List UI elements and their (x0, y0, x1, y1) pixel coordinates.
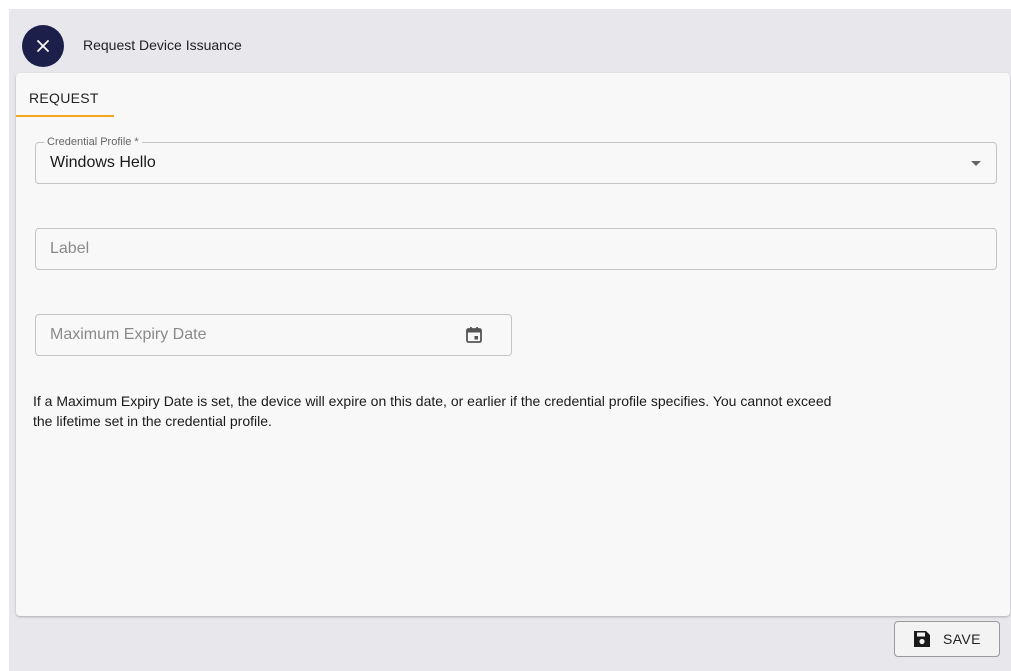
calendar-icon[interactable] (465, 326, 483, 349)
label-input[interactable]: Label (35, 228, 997, 270)
dialog-frame: Request Device Issuance REQUEST Credenti… (9, 9, 1011, 671)
tab-label: REQUEST (29, 90, 99, 106)
form-card: REQUEST Credential Profile * Windows Hel… (16, 73, 1010, 616)
dialog-title: Request Device Issuance (83, 37, 242, 53)
label-placeholder: Label (50, 240, 90, 257)
credential-profile-select[interactable]: Credential Profile * Windows Hello (35, 136, 997, 184)
expiry-help-text: If a Maximum Expiry Date is set, the dev… (33, 393, 832, 429)
expiry-date-input[interactable]: Maximum Expiry Date (35, 314, 512, 356)
save-button-label: SAVE (943, 631, 981, 647)
credential-profile-label: Credential Profile * (44, 136, 142, 148)
expiry-date-placeholder: Maximum Expiry Date (50, 326, 207, 343)
close-button[interactable] (22, 25, 64, 67)
chevron-down-icon (971, 161, 981, 166)
save-button[interactable]: SAVE (894, 621, 1000, 657)
floppy-disk-icon (913, 630, 931, 648)
tab-request[interactable]: REQUEST (16, 87, 114, 117)
credential-profile-value: Windows Hello (50, 154, 156, 171)
close-icon (37, 40, 49, 52)
